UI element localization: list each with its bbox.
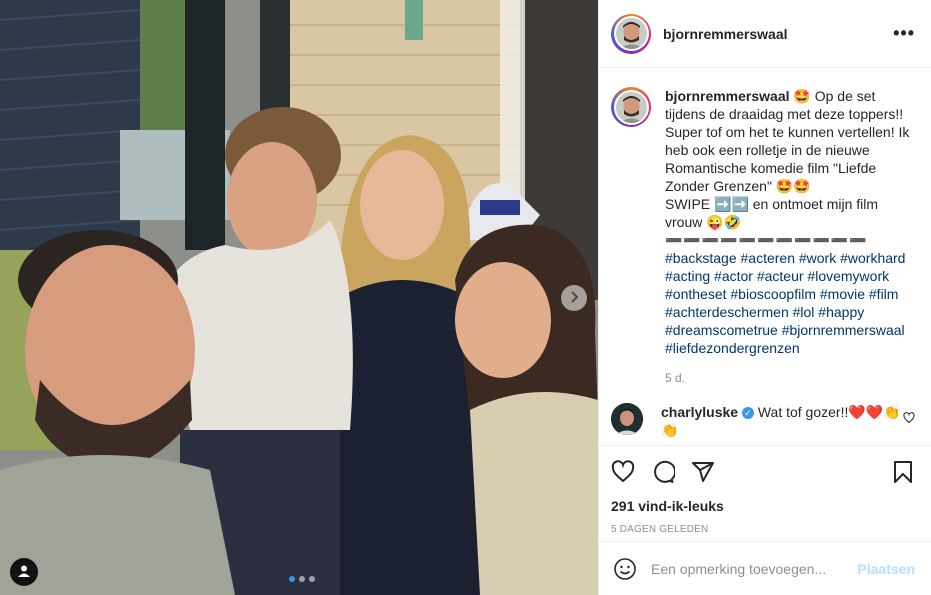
verified-badge-icon: ✓ <box>741 407 754 419</box>
add-comment-bar: Plaatsen <box>599 541 931 595</box>
share-icon[interactable] <box>691 460 715 484</box>
comment-input[interactable] <box>651 560 858 577</box>
selfie-photo <box>0 0 598 595</box>
header-username[interactable]: bjornremmerswaal <box>663 26 893 42</box>
carousel-dot-active <box>289 576 295 582</box>
post-dialog: bjornremmerswaal ••• bjornremmerswaal 🤩 … <box>0 0 931 595</box>
emoji-icon[interactable] <box>613 557 637 581</box>
comment-item: charlyluske ✓ Wat tof gozer!!❤️❤️👏👏 <box>611 403 915 439</box>
caption-dashes: ➖➖➖➖➖➖➖➖➖➖➖ <box>665 232 868 248</box>
carousel-indicator <box>289 576 315 582</box>
comment-like-heart-icon[interactable] <box>903 411 915 427</box>
post-comment-button[interactable]: Plaatsen <box>857 561 915 577</box>
caption-hashtags[interactable]: #backstage #acteren #work #workhard #act… <box>665 250 905 356</box>
bookmark-icon[interactable] <box>891 460 915 484</box>
commenter-avatar[interactable] <box>611 403 643 435</box>
caption-swipe: SWIPE ➡️➡️ en ontmoet mijn film vrouw 😜🤣 <box>665 196 879 230</box>
action-icons <box>611 458 915 486</box>
post-photo[interactable] <box>0 0 598 595</box>
comment-text: charlyluske ✓ Wat tof gozer!!❤️❤️👏👏 <box>661 403 901 439</box>
comments-section[interactable]: bjornremmerswaal 🤩 Op de set tijdens de … <box>599 69 931 445</box>
chevron-right-icon <box>567 290 581 307</box>
likes-count[interactable]: 291 vind-ik-leuks <box>611 498 915 514</box>
caption-username[interactable]: bjornremmerswaal <box>665 88 790 104</box>
post-side-panel: bjornremmerswaal ••• bjornremmerswaal 🤩 … <box>598 0 931 595</box>
tagged-users-button[interactable] <box>10 558 38 586</box>
more-options-icon[interactable]: ••• <box>893 23 915 44</box>
carousel-dot <box>299 576 305 582</box>
carousel-dot <box>309 576 315 582</box>
post-date[interactable]: 5 DAGEN GELEDEN <box>611 524 915 535</box>
caption: bjornremmerswaal 🤩 Op de set tijdens de … <box>611 87 915 387</box>
avatar[interactable] <box>615 18 647 49</box>
caption-avatar[interactable] <box>615 91 647 123</box>
post-actions: 291 vind-ik-leuks 5 DAGEN GELEDEN <box>599 445 931 535</box>
caption-age[interactable]: 5 d. <box>665 369 915 387</box>
post-header: bjornremmerswaal ••• <box>599 0 931 68</box>
comment-username[interactable]: charlyluske <box>661 404 738 420</box>
next-photo-button[interactable] <box>561 285 587 311</box>
caption-story-ring[interactable] <box>611 87 651 127</box>
user-icon <box>17 564 31 581</box>
story-ring[interactable] <box>611 13 651 54</box>
caption-text: bjornremmerswaal 🤩 Op de set tijdens de … <box>665 87 915 387</box>
heart-icon[interactable] <box>611 460 635 484</box>
comment-icon[interactable] <box>651 460 675 484</box>
